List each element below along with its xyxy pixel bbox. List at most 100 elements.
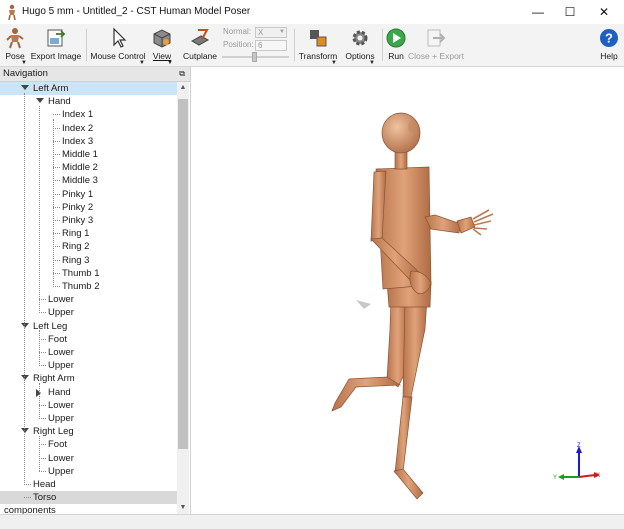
tree-item[interactable]: Left Leg xyxy=(0,320,177,333)
tree-guide-line xyxy=(39,105,40,313)
slider-thumb[interactable] xyxy=(252,52,257,62)
tree-item[interactable]: Hand xyxy=(0,386,177,399)
tree-item[interactable]: Foot xyxy=(0,438,177,451)
export-image-button[interactable]: Export Image xyxy=(30,26,82,64)
help-label: Help xyxy=(600,51,618,61)
tree-item[interactable]: Lower xyxy=(0,452,177,465)
position-value: 6 xyxy=(258,41,263,50)
tree-scrollbar[interactable]: ▲ ▼ xyxy=(177,82,189,514)
close-export-label: Close + Export xyxy=(408,51,464,61)
tree-item-label: Upper xyxy=(48,413,74,424)
tree-item[interactable]: Foot xyxy=(0,333,177,346)
scroll-down-icon[interactable]: ▼ xyxy=(177,502,189,514)
tree-item-label: Hand xyxy=(48,386,71,398)
normal-label: Normal: xyxy=(223,27,252,36)
minimize-button[interactable]: — xyxy=(522,0,554,24)
expanded-chevron-icon[interactable] xyxy=(21,428,29,434)
tree-connector xyxy=(53,193,60,195)
navigation-tree: Left Arm Hand Index 1 Index 2 Index 3 Middle … xyxy=(0,82,177,514)
scroll-up-icon[interactable]: ▲ xyxy=(177,82,189,94)
tree-connector xyxy=(39,365,46,367)
toolbar-separator xyxy=(294,29,295,61)
tree-item[interactable]: Thumb 1 xyxy=(0,267,177,280)
run-button[interactable]: Run xyxy=(385,26,407,64)
3d-viewport[interactable]: Z X Y xyxy=(191,67,624,514)
tree-item[interactable]: Pinky 1 xyxy=(0,188,177,201)
maximize-icon: ☐ xyxy=(564,5,576,19)
tree-connector xyxy=(53,114,60,116)
position-label: Position: xyxy=(223,40,254,49)
tree-item-label: Lower xyxy=(48,452,74,464)
pose-button[interactable]: Pose ▼ xyxy=(2,26,28,66)
tree-item[interactable]: Lower xyxy=(0,399,177,412)
tree-item[interactable]: Ring 3 xyxy=(0,254,177,267)
title-bar: Hugo 5 mm - Untitled_2 - CST Human Model… xyxy=(0,0,624,24)
tree-item[interactable]: Middle 1 xyxy=(0,148,177,161)
options-button[interactable]: Options ▼ xyxy=(344,26,376,66)
scrollbar-thumb[interactable] xyxy=(178,99,188,449)
human-model-figure[interactable]: Z X Y xyxy=(191,67,624,514)
dock-icon[interactable]: ⧉ xyxy=(179,69,185,79)
chevron-down-icon: ▼ xyxy=(139,60,145,66)
tree-item[interactable]: Pinky 2 xyxy=(0,201,177,214)
tree-item[interactable]: Right Arm xyxy=(0,372,177,385)
tree-item[interactable]: components xyxy=(0,504,177,514)
tree-item-label: Thumb 1 xyxy=(62,267,100,279)
tree-item[interactable]: Right Leg xyxy=(0,425,177,438)
export-arrow-icon xyxy=(427,29,446,47)
tree-item[interactable]: Middle 3 xyxy=(0,174,177,187)
expanded-chevron-icon[interactable] xyxy=(21,375,29,381)
tree-item-label: Middle 1 xyxy=(62,149,98,160)
close-export-button[interactable]: Close + Export xyxy=(408,26,464,64)
tree-connector xyxy=(53,259,60,261)
export-image-icon xyxy=(47,29,66,47)
tree-item[interactable]: Index 1 xyxy=(0,108,177,121)
z-axis-label: Z xyxy=(577,443,581,449)
tree-connector xyxy=(53,233,60,235)
tree-item[interactable]: Torso xyxy=(0,491,177,505)
tree-item-label: Index 2 xyxy=(62,122,94,134)
view-button[interactable]: View ▼ xyxy=(150,26,174,66)
transform-button[interactable]: Transform ▼ xyxy=(298,26,338,66)
expanded-chevron-icon[interactable] xyxy=(21,85,29,90)
tree-item[interactable]: Upper xyxy=(0,306,177,319)
tree-item[interactable]: Head xyxy=(0,478,177,491)
tree-item[interactable]: Hand xyxy=(0,95,177,108)
tree-item[interactable]: Lower xyxy=(0,293,177,306)
tree-item[interactable]: Ring 1 xyxy=(0,227,177,240)
tree-item[interactable]: Pinky 3 xyxy=(0,214,177,227)
tree-connector xyxy=(24,484,31,485)
cutplane-button[interactable]: Cutplane xyxy=(182,26,218,64)
help-button[interactable]: ? Help xyxy=(598,26,620,64)
tree-item[interactable]: Upper xyxy=(0,412,177,425)
close-icon: ✕ xyxy=(598,5,610,19)
toolbar-separator xyxy=(86,29,87,61)
mouse-control-button[interactable]: Mouse Control ▼ xyxy=(90,26,146,66)
tree-item[interactable]: Thumb 2 xyxy=(0,280,177,293)
pose-figure-icon xyxy=(6,28,24,49)
close-button[interactable]: ✕ xyxy=(588,0,620,24)
tree-item[interactable]: Ring 2 xyxy=(0,240,177,253)
tree-item-label: Upper xyxy=(48,307,74,319)
cutplane-label: Cutplane xyxy=(182,51,218,61)
expanded-chevron-icon[interactable] xyxy=(21,322,29,328)
position-input[interactable]: 6 xyxy=(255,40,287,51)
expanded-chevron-icon[interactable] xyxy=(36,98,44,104)
navigation-title: Navigation xyxy=(3,68,48,79)
tree-guide-line xyxy=(24,92,25,485)
tree-connector xyxy=(39,312,46,314)
tree-item[interactable]: Middle 2 xyxy=(0,161,177,174)
tree-item[interactable]: Lower xyxy=(0,346,177,359)
tree-item[interactable]: Upper xyxy=(0,465,177,478)
normal-select[interactable]: X ▼ xyxy=(255,27,287,38)
chevron-down-icon: ▼ xyxy=(369,60,375,66)
tree-item[interactable]: Index 2 xyxy=(0,122,177,135)
tree-connector xyxy=(53,246,60,248)
maximize-button[interactable]: ☐ xyxy=(554,0,586,24)
tree-item[interactable]: Upper xyxy=(0,359,177,372)
tree-item[interactable]: Index 3 xyxy=(0,135,177,148)
tree-connector xyxy=(53,272,60,274)
minimize-icon: — xyxy=(532,5,544,19)
position-slider[interactable] xyxy=(222,52,289,62)
tree-item[interactable]: Left Arm xyxy=(0,82,177,95)
